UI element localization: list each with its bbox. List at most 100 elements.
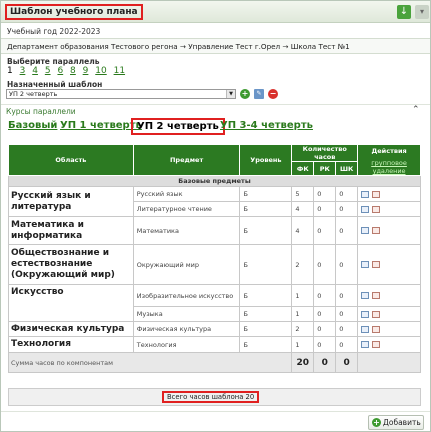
area-cell: Математика и информатика bbox=[8, 216, 134, 245]
actions-cell bbox=[357, 244, 421, 285]
edit-icon[interactable]: ✎ bbox=[254, 89, 264, 99]
actions-cell bbox=[357, 306, 421, 322]
subject-cell: Окружающий мир bbox=[132, 244, 241, 285]
fk-cell: 5 bbox=[291, 186, 315, 202]
tab-q34[interactable]: УП 3-4 четверть bbox=[220, 120, 313, 131]
subject-cell: Изобразительное искусство bbox=[132, 284, 241, 307]
table-row: Искусство Изобразительное искусство Б 1 … bbox=[8, 284, 421, 322]
shk-cell: 0 bbox=[335, 336, 359, 353]
template-window: Шаблон учебного плана ↓ ▾ Учебный год 20… bbox=[0, 0, 431, 432]
delete-row-icon[interactable] bbox=[372, 190, 381, 198]
rk-cell: 0 bbox=[313, 284, 337, 307]
shk-cell: 0 bbox=[335, 201, 359, 217]
options-icon[interactable]: ▾ bbox=[415, 5, 429, 19]
edit-row-icon[interactable] bbox=[361, 205, 370, 213]
edit-row-icon[interactable] bbox=[361, 190, 370, 198]
tab-basic[interactable]: Базовый bbox=[8, 120, 57, 131]
table-row: Технология Технология Б 1 0 0 bbox=[8, 336, 421, 353]
parallel-label: Выберите параллель bbox=[7, 57, 100, 66]
subject-cell: Русский язык bbox=[132, 186, 241, 202]
col-subject: Предмет bbox=[132, 144, 241, 176]
area-cell: Физическая культура bbox=[8, 321, 134, 337]
delete-row-icon[interactable] bbox=[372, 292, 381, 299]
delete-row-icon[interactable] bbox=[372, 205, 381, 213]
delete-row-icon[interactable] bbox=[372, 325, 381, 333]
tab-q1[interactable]: УП 1 четверть bbox=[60, 120, 142, 131]
subject-cell: Музыка bbox=[132, 306, 241, 322]
rk-cell: 0 bbox=[313, 186, 337, 202]
actions-cell bbox=[357, 321, 421, 337]
subject-cell: Физическая культура bbox=[132, 321, 241, 337]
area-cell: Искусство bbox=[8, 284, 134, 322]
divider bbox=[1, 411, 430, 412]
level-cell: Б bbox=[239, 186, 293, 202]
courses-table: Область Предмет Уровень Количество часов… bbox=[7, 144, 421, 373]
section-title: Курсы параллели bbox=[6, 107, 76, 116]
rk-cell: 0 bbox=[313, 306, 337, 322]
parallel-item[interactable]: 5 bbox=[45, 66, 51, 76]
add-button[interactable]: + Добавить bbox=[368, 415, 424, 430]
col-level: Уровень bbox=[239, 144, 293, 176]
edit-row-icon[interactable] bbox=[361, 310, 370, 318]
fk-cell: 4 bbox=[291, 201, 315, 217]
parallel-item[interactable]: 4 bbox=[32, 66, 38, 76]
parallel-item[interactable]: 6 bbox=[57, 66, 63, 76]
edit-row-icon[interactable] bbox=[361, 325, 370, 333]
edit-row-icon[interactable] bbox=[361, 341, 370, 348]
group-delete-link[interactable]: групповое удаление bbox=[358, 159, 420, 175]
chevron-down-icon: ▼ bbox=[226, 90, 235, 98]
table-row: Русский язык и литература Русский язык Б… bbox=[8, 186, 421, 217]
delete-row-icon[interactable] bbox=[372, 261, 381, 268]
shk-cell: 0 bbox=[335, 321, 359, 337]
download-icon[interactable]: ↓ bbox=[397, 5, 411, 19]
shk-cell: 0 bbox=[335, 216, 359, 245]
template-select-value: УП 2 четверть bbox=[9, 90, 58, 98]
level-cell: Б bbox=[239, 321, 293, 337]
divider bbox=[1, 104, 430, 105]
edit-row-icon[interactable] bbox=[361, 227, 370, 234]
actions-cell bbox=[357, 216, 421, 245]
parallel-item[interactable]: 10 bbox=[95, 66, 106, 76]
template-select[interactable]: УП 2 четверть ▼ bbox=[6, 89, 236, 99]
delete-icon[interactable]: − bbox=[268, 89, 278, 99]
area-cell: Русский язык и литература bbox=[8, 186, 134, 217]
plus-icon: + bbox=[372, 418, 381, 427]
shk-cell: 0 bbox=[335, 284, 359, 307]
col-actions-label: Действия bbox=[371, 147, 407, 155]
parallel-item[interactable]: 8 bbox=[70, 66, 76, 76]
add-button-label: Добавить bbox=[383, 418, 421, 427]
fk-cell: 2 bbox=[291, 244, 315, 285]
delete-row-icon[interactable] bbox=[372, 227, 381, 234]
shk-cell: 0 bbox=[335, 306, 359, 322]
actions-cell bbox=[357, 186, 421, 202]
parallel-item[interactable]: 9 bbox=[83, 66, 89, 76]
parallel-item[interactable]: 1 bbox=[7, 66, 13, 76]
actions-cell bbox=[357, 201, 421, 217]
sum-rk: 0 bbox=[313, 352, 337, 373]
rk-cell: 0 bbox=[313, 216, 337, 245]
parallel-item[interactable]: 3 bbox=[20, 66, 26, 76]
col-hours: Количество часов bbox=[291, 144, 359, 162]
rk-cell: 0 bbox=[313, 321, 337, 337]
chevron-up-icon[interactable]: ⌃ bbox=[412, 105, 420, 115]
edit-row-icon[interactable] bbox=[361, 261, 370, 268]
breadcrumb: Департамент образования Тестового регона… bbox=[1, 38, 430, 54]
fk-cell: 1 bbox=[291, 284, 315, 307]
level-cell: Б bbox=[239, 216, 293, 245]
col-rk: РК bbox=[313, 161, 337, 176]
col-shk: ШК bbox=[335, 161, 359, 176]
actions-cell bbox=[357, 336, 421, 353]
edit-row-icon[interactable] bbox=[361, 292, 370, 299]
tab-q2[interactable]: УП 2 четверть bbox=[131, 118, 225, 135]
delete-row-icon[interactable] bbox=[372, 310, 381, 318]
fk-cell: 1 bbox=[291, 336, 315, 353]
level-cell: Б bbox=[239, 306, 293, 322]
parallel-item[interactable]: 11 bbox=[114, 66, 125, 76]
table-row: Математика и информатика Математика Б 4 … bbox=[8, 216, 421, 245]
delete-row-icon[interactable] bbox=[372, 341, 381, 348]
add-icon[interactable]: + bbox=[240, 89, 250, 99]
area-cell: Обществознание и естествознание (Окружаю… bbox=[8, 244, 134, 285]
col-area: Область bbox=[8, 144, 134, 176]
col-fk: ФК bbox=[291, 161, 315, 176]
shk-cell: 0 bbox=[335, 244, 359, 285]
